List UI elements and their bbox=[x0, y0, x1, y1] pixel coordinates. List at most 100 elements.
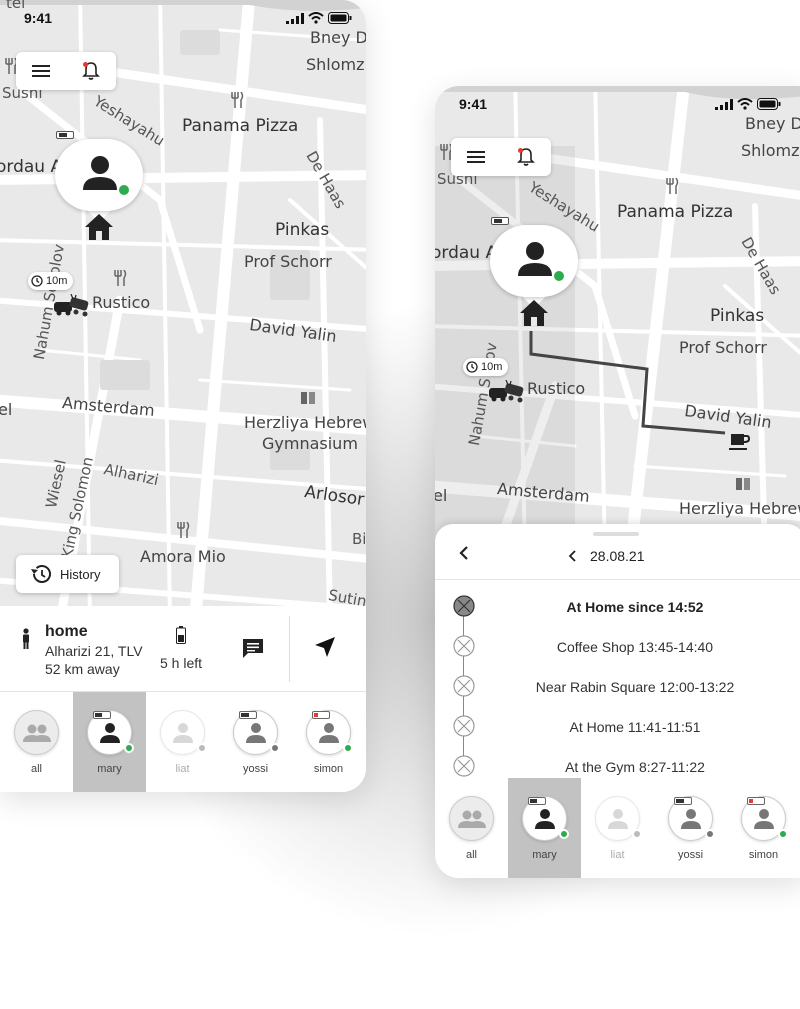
map-label: Shlomz bbox=[306, 55, 365, 74]
member-battery-indicator bbox=[747, 797, 765, 805]
timeline-label: Near Rabin Square 12:00-13:22 bbox=[535, 679, 735, 695]
notification-dot bbox=[83, 62, 88, 67]
menu-button[interactable] bbox=[26, 56, 56, 86]
timeline-marker-icon bbox=[453, 715, 475, 737]
school-icon bbox=[301, 392, 315, 404]
timeline-item[interactable]: Coffee Shop 13:45-14:40 bbox=[435, 632, 800, 662]
wifi-icon bbox=[308, 12, 324, 24]
member-status-dot bbox=[197, 743, 207, 753]
map-label: Herzliya Hebrew bbox=[679, 499, 800, 518]
message-icon[interactable] bbox=[241, 637, 265, 659]
phone-screen-history: Bney D Shlomz Sushi Yeshayahu Panama Piz… bbox=[435, 86, 800, 878]
member-tab-simon[interactable]: simon bbox=[292, 692, 365, 792]
place-distance: 52 km away bbox=[45, 661, 120, 677]
clock-icon bbox=[466, 361, 478, 373]
timeline-item[interactable]: At Home since 14:52 bbox=[435, 592, 800, 622]
member-battery-tag bbox=[491, 217, 509, 225]
member-name: all bbox=[465, 849, 477, 861]
traffic-accident-icon bbox=[489, 380, 524, 403]
previous-date-icon[interactable] bbox=[567, 549, 577, 563]
member-tab-mary[interactable]: mary bbox=[508, 778, 581, 878]
map-label: Rustico bbox=[527, 379, 586, 398]
map-label: Rustico bbox=[92, 293, 151, 312]
member-name: liat bbox=[175, 763, 190, 775]
members-tab-bar: all mary liat yossi simon bbox=[435, 778, 800, 878]
member-location-pin[interactable] bbox=[490, 225, 578, 309]
timeline-item[interactable]: At Home 11:41-11:51 bbox=[435, 712, 800, 742]
restaurant-icon bbox=[177, 522, 190, 538]
member-name: liat bbox=[610, 849, 625, 861]
map-label: el bbox=[0, 400, 13, 419]
map-label: Pinkas bbox=[275, 220, 330, 240]
member-tab-yossi[interactable]: yossi bbox=[219, 692, 292, 792]
map-label: Bney D bbox=[745, 114, 800, 133]
map-view[interactable]: tel Bney D Shlomz Sushi Yeshayahu Panama… bbox=[0, 0, 366, 620]
member-battery-indicator bbox=[239, 711, 257, 719]
map-label: Gymnasium bbox=[262, 434, 358, 453]
map-label: Amora Mio bbox=[140, 547, 226, 566]
history-label: History bbox=[60, 566, 101, 582]
member-name: mary bbox=[532, 849, 557, 861]
group-icon bbox=[457, 810, 486, 828]
timeline-marker-icon bbox=[453, 635, 475, 657]
member-tab-all[interactable]: all bbox=[435, 778, 508, 878]
member-tab-simon[interactable]: simon bbox=[727, 778, 800, 878]
notification-dot bbox=[518, 148, 523, 153]
notifications-button[interactable] bbox=[76, 56, 106, 86]
member-name: mary bbox=[97, 763, 122, 775]
member-tab-liat[interactable]: liat bbox=[146, 692, 219, 792]
timeline-marker-icon bbox=[453, 755, 475, 777]
menu-button[interactable] bbox=[461, 142, 491, 172]
member-battery-indicator bbox=[93, 711, 111, 719]
member-status-dot bbox=[778, 829, 788, 839]
battery-time-left: 5 h left bbox=[160, 655, 203, 671]
online-status-dot bbox=[117, 183, 131, 197]
map-label: Pinkas bbox=[710, 306, 765, 326]
timeline-marker-icon bbox=[453, 675, 475, 697]
sheet-grabber[interactable] bbox=[593, 532, 639, 536]
person-standing-icon bbox=[23, 628, 29, 649]
home-icon bbox=[85, 214, 113, 240]
back-chevron-icon[interactable] bbox=[457, 544, 471, 562]
person-icon bbox=[99, 722, 120, 743]
member-status-dot bbox=[270, 743, 280, 753]
member-name: yossi bbox=[242, 763, 269, 775]
signal-icon bbox=[715, 98, 733, 110]
timeline-marker-icon bbox=[453, 595, 475, 617]
timeline-label: At the Gym 8:27-11:22 bbox=[565, 759, 705, 775]
member-battery-indicator bbox=[674, 797, 692, 805]
member-tab-mary[interactable]: mary bbox=[73, 692, 146, 792]
members-tab-bar: all mary liat yossi simon bbox=[0, 692, 366, 792]
notifications-button[interactable] bbox=[511, 142, 541, 172]
person-icon bbox=[518, 242, 552, 276]
eta-chip: 10m bbox=[28, 272, 74, 290]
history-button[interactable]: History bbox=[16, 555, 119, 593]
place-name: home bbox=[45, 623, 88, 640]
member-tab-all[interactable]: all bbox=[0, 692, 73, 792]
member-tab-liat[interactable]: liat bbox=[581, 778, 654, 878]
person-icon bbox=[534, 808, 555, 829]
traffic-accident-icon bbox=[54, 294, 89, 317]
member-tab-yossi[interactable]: yossi bbox=[654, 778, 727, 878]
timeline-label: At Home 11:41-11:51 bbox=[569, 719, 701, 735]
timeline-item[interactable]: Near Rabin Square 12:00-13:22 bbox=[435, 672, 800, 702]
status-time: 9:41 bbox=[24, 10, 53, 26]
wifi-icon bbox=[737, 98, 753, 110]
top-toolbar bbox=[451, 138, 551, 176]
eta-text: 10m bbox=[481, 361, 503, 373]
panel-divider bbox=[289, 616, 290, 682]
status-bar: 9:41 bbox=[24, 10, 352, 28]
person-icon bbox=[172, 722, 193, 743]
navigate-icon[interactable] bbox=[314, 636, 336, 658]
history-sheet: 28.08.21 At Home since 14:52 Coffee Shop … bbox=[435, 524, 800, 778]
member-location-pin[interactable] bbox=[55, 139, 143, 223]
history-date: 28.08.21 bbox=[590, 548, 645, 564]
map-label: Bi bbox=[352, 530, 366, 548]
restaurant-icon bbox=[231, 92, 244, 108]
coffee-cup-icon bbox=[729, 434, 751, 450]
map-label: Panama Pizza bbox=[182, 116, 299, 136]
member-avatar bbox=[449, 796, 494, 841]
person-icon bbox=[680, 808, 701, 829]
eta-chip: 10m bbox=[463, 358, 509, 376]
restaurant-icon bbox=[666, 178, 679, 194]
